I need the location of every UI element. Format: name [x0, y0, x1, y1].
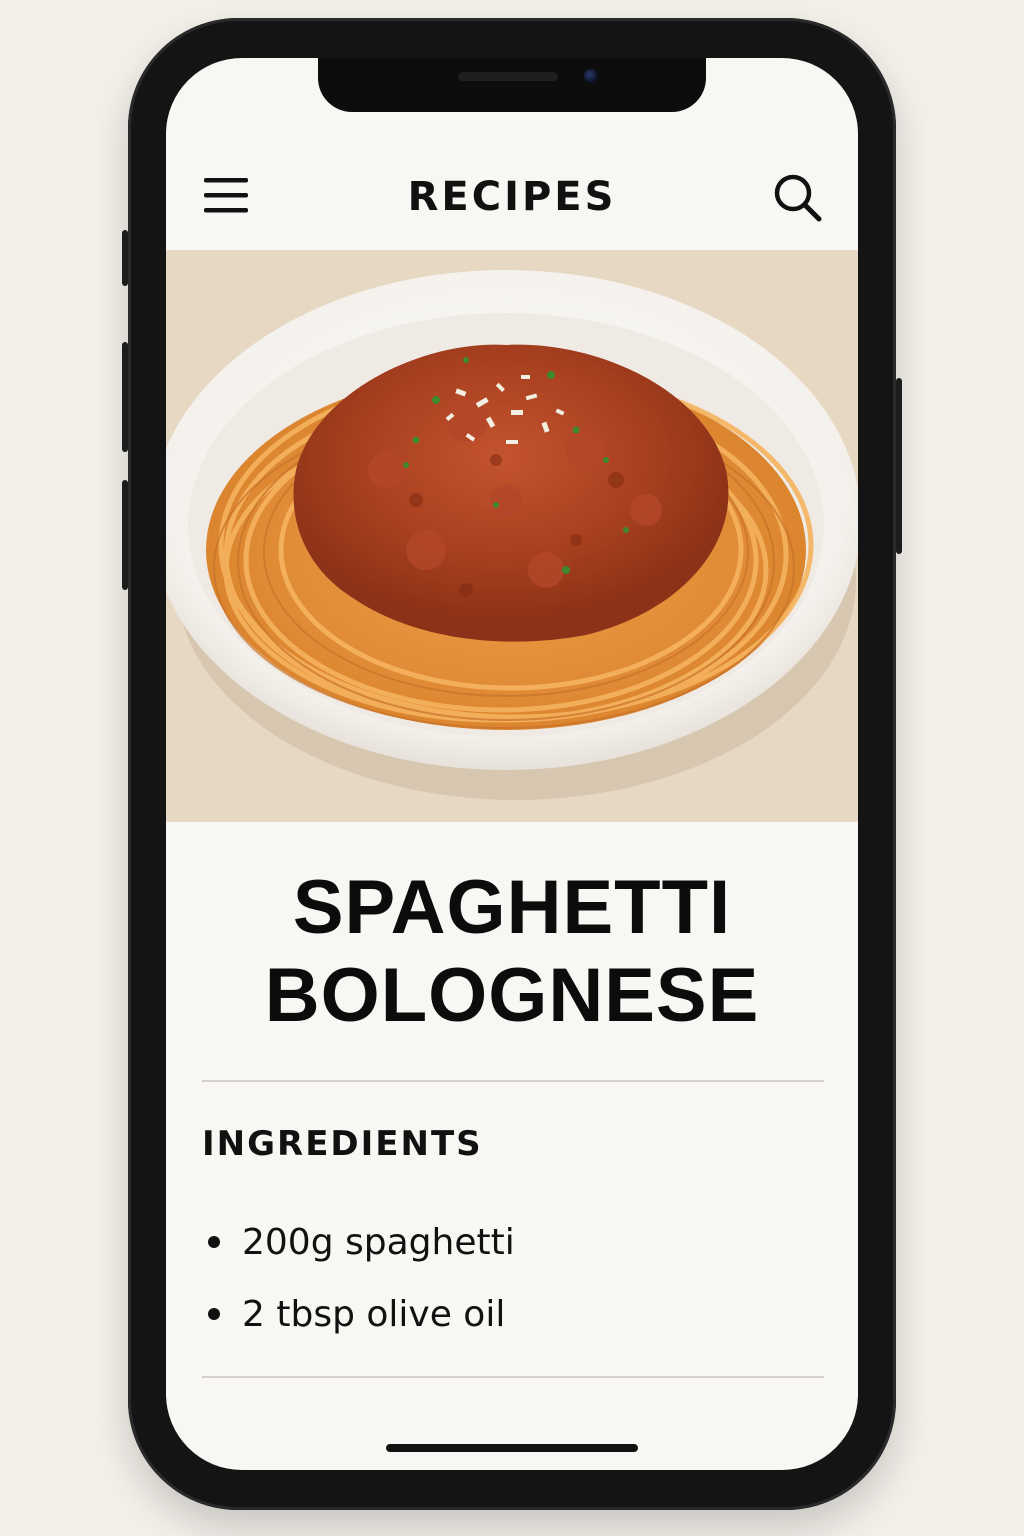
volume-down-button	[122, 480, 128, 590]
ingredients-heading: INGREDIENTS	[202, 1124, 483, 1164]
earpiece-speaker	[458, 72, 558, 81]
mute-switch	[122, 230, 128, 286]
ingredients-list: 200g spaghetti 2 tbsp olive oil	[202, 1206, 515, 1350]
recipe-title-line-2: BOLOGNESE	[264, 953, 760, 1038]
ingredient-text: 200g spaghetti	[242, 1221, 515, 1263]
list-item: 200g spaghetti	[202, 1206, 515, 1278]
bullet-icon	[208, 1236, 220, 1248]
app-title: RECIPES	[407, 174, 617, 220]
spaghetti-bolognese-photo	[166, 250, 858, 822]
ingredient-text: 2 tbsp olive oil	[242, 1293, 506, 1335]
bullet-icon	[208, 1308, 220, 1320]
notch	[318, 58, 706, 112]
search-icon[interactable]	[772, 172, 824, 224]
phone-frame: RECIPES SPAGHETTI BOLOGNESE INGREDIENTS …	[122, 18, 902, 1510]
backdrop: RECIPES SPAGHETTI BOLOGNESE INGREDIENTS …	[0, 0, 1024, 1536]
phone-screen: RECIPES SPAGHETTI BOLOGNESE INGREDIENTS …	[166, 58, 858, 1470]
divider-bottom	[202, 1376, 824, 1378]
recipe-title: SPAGHETTI BOLOGNESE	[166, 864, 858, 1040]
home-indicator[interactable]	[386, 1444, 638, 1452]
app-bar: RECIPES	[166, 130, 858, 250]
volume-up-button	[122, 342, 128, 452]
front-camera	[584, 69, 598, 83]
divider-top	[202, 1080, 824, 1082]
recipe-title-line-1: SPAGHETTI	[292, 865, 732, 950]
power-button	[896, 378, 902, 554]
list-item: 2 tbsp olive oil	[202, 1278, 515, 1350]
